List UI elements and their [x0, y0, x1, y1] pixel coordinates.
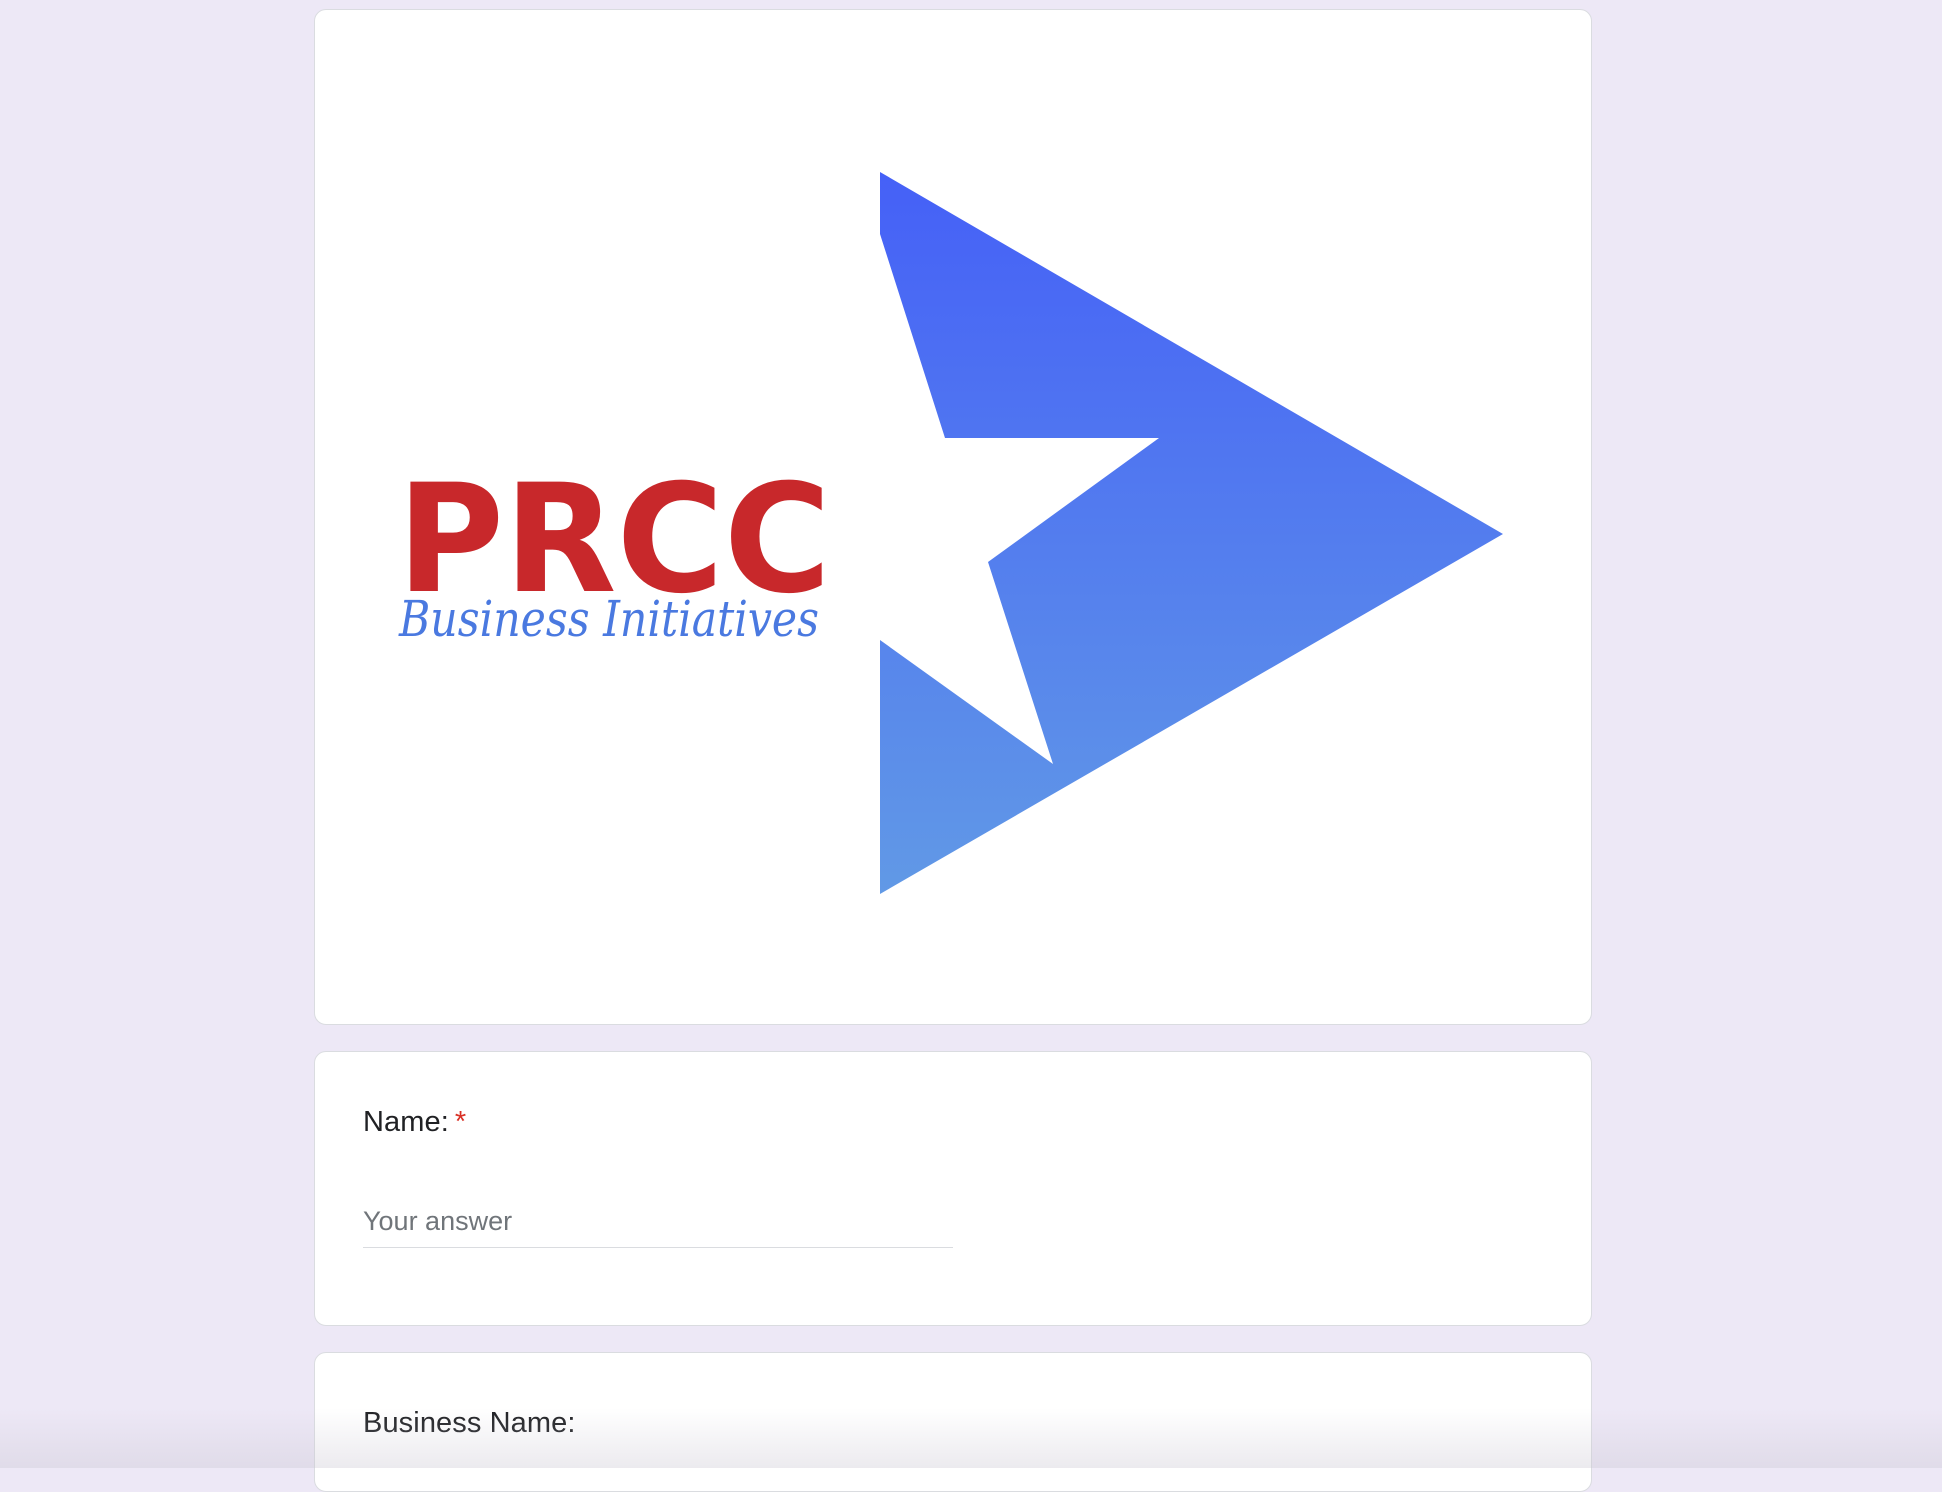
question-title: Name: * — [363, 1104, 1543, 1140]
question-label: Business Name: — [363, 1407, 576, 1439]
star-arrow-icon — [880, 172, 1503, 894]
question-card-business-name: Business Name: — [314, 1352, 1592, 1492]
name-answer-input[interactable] — [363, 1206, 953, 1248]
form-page: PRCC Business Initiatives Name:* Busines… — [314, 9, 1592, 1492]
question-label: Name: — [363, 1106, 449, 1138]
header-image-card: PRCC Business Initiatives — [314, 9, 1592, 1025]
required-asterisk: * — [454, 1106, 467, 1138]
prcc-logo: PRCC Business Initiatives — [397, 172, 1503, 894]
question-card-name: Name: * — [314, 1051, 1592, 1326]
logo-tagline: Business Initiatives — [398, 590, 819, 648]
question-title: Business Name: — [363, 1405, 1543, 1441]
